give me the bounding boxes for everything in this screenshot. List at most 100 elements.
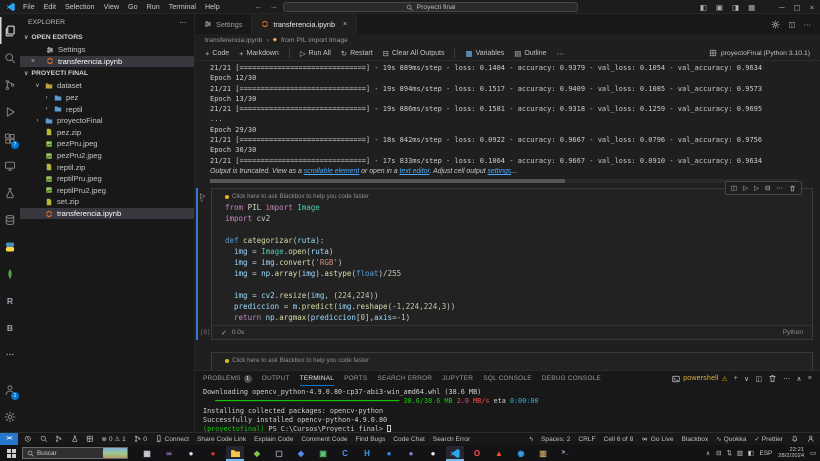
status-cell-position[interactable]: Cell 6 of 8 <box>604 436 634 443</box>
status-code-chat[interactable]: Code Chat <box>393 436 425 443</box>
language-indicator[interactable]: ESP <box>760 450 773 457</box>
status-quokka[interactable]: ∿ Quokka <box>716 435 746 443</box>
open-editor-transferencia-ipynb[interactable]: × transferencia.ipynb <box>20 55 194 68</box>
run-dropdown-icon[interactable]: ∨ <box>200 198 211 204</box>
status-lightning[interactable]: ϟ <box>530 436 534 443</box>
more-actions-icon[interactable]: ⋯ <box>783 375 790 383</box>
menu-terminal[interactable]: Terminal <box>169 2 196 11</box>
tree-item-reptilpru-jpeg[interactable]: reptilPru.jpeg <box>20 173 194 185</box>
taskbar-app-white-circle[interactable]: ● <box>424 446 442 461</box>
activity-blackbox[interactable]: B <box>0 314 20 341</box>
toggle-panel-icon[interactable]: ▣ <box>716 3 723 12</box>
status-explain-code[interactable]: Explain Code <box>254 436 293 443</box>
hidden-icons-chevron[interactable]: ∧ <box>706 450 710 457</box>
breadcrumb[interactable]: transferencia.ipynb › ◆ from PIL import … <box>195 34 820 46</box>
taskbar-app-c[interactable]: C <box>336 446 354 461</box>
taskbar-app-window[interactable]: ▢ <box>270 446 288 461</box>
search-highlight-image[interactable] <box>103 448 127 458</box>
scrollable-element-link[interactable]: scrollable element <box>304 168 360 175</box>
next-code-cell[interactable]: Click here to ask Blackbox to help you c… <box>211 352 813 370</box>
restart-button[interactable]: ↻ Restart <box>341 49 373 58</box>
status-history[interactable] <box>24 435 32 443</box>
taskbar-app-blue-circle[interactable]: ● <box>380 446 398 461</box>
status-notifications[interactable] <box>791 435 799 443</box>
taskbar-windows-terminal[interactable]: >_ <box>556 446 574 461</box>
cell-code-editor[interactable]: from PIL import Image import cv2 def cat… <box>212 200 812 323</box>
panel-tab-terminal[interactable]: TERMINAL <box>300 371 334 386</box>
activity-source-control[interactable] <box>0 71 20 98</box>
menu-edit[interactable]: Edit <box>44 2 56 11</box>
status-blackbox-status[interactable]: Blackbox <box>682 436 709 443</box>
blackbox-hint[interactable]: Click here to ask Blackbox to help you c… <box>212 353 812 364</box>
taskbar-task-view[interactable]: ▦ <box>138 446 156 461</box>
add-code-button[interactable]: + Code <box>205 49 229 58</box>
start-button[interactable] <box>0 445 22 461</box>
add-markdown-button[interactable]: + Markdown <box>239 49 279 58</box>
taskbar-app-green-box[interactable]: ▣ <box>314 446 332 461</box>
split-cell-icon[interactable]: ⊟ <box>765 184 770 192</box>
activity-r-language[interactable]: R <box>0 287 20 314</box>
configure-icon[interactable] <box>771 19 780 29</box>
activity-testing[interactable] <box>0 179 20 206</box>
output-horizontal-scrollbar[interactable] <box>210 179 798 183</box>
terminal[interactable]: Downloading opencv_python-4.9.0.80-cp37-… <box>203 388 816 432</box>
menu-view[interactable]: View <box>104 2 119 11</box>
menu-help[interactable]: Help <box>205 2 220 11</box>
activity-database[interactable] <box>0 206 20 233</box>
status-connect[interactable]: Connect <box>155 435 189 443</box>
terminal-profile[interactable]: powershell ⚠ <box>672 375 728 383</box>
nav-forward-icon[interactable]: → <box>270 2 278 11</box>
tree-item-pez-zip[interactable]: pez.zip <box>20 127 194 139</box>
blackbox-hint[interactable]: Click here to ask Blackbox to help you c… <box>212 189 812 200</box>
taskbar-app-green[interactable]: ◆ <box>248 446 266 461</box>
panel-tab-output[interactable]: OUTPUT <box>262 371 290 386</box>
open-editors-header[interactable]: ∨ OPEN EDITORS <box>20 31 194 44</box>
tree-item-pez[interactable]: › pez <box>20 92 194 104</box>
activity-run-debug[interactable] <box>0 98 20 125</box>
run-all-button[interactable]: ▷ Run All <box>300 49 331 58</box>
taskbar-github-desktop[interactable]: ● <box>402 446 420 461</box>
status-prettier[interactable]: ✓ Prettier <box>754 435 783 443</box>
tray-sync-icon[interactable]: ⇅ <box>726 450 731 457</box>
taskbar-app-h[interactable]: H <box>358 446 376 461</box>
toggle-secondary-sidebar-icon[interactable]: ◨ <box>732 3 739 12</box>
status-indentation[interactable]: Spaces: 2 <box>541 436 570 443</box>
status-branch[interactable] <box>55 435 63 443</box>
taskbar-clock[interactable]: 22:21 28/2/2024 <box>778 447 804 460</box>
action-center-icon[interactable]: ▭ <box>810 450 816 457</box>
panel-tab-jupyter[interactable]: JUPYTER <box>442 371 473 386</box>
status-go-live[interactable]: Go Live <box>641 435 674 443</box>
status-share-code-link[interactable]: Share Code Link <box>197 436 246 443</box>
split-terminal-icon[interactable]: ◫ <box>755 375 762 383</box>
taskbar-vscode[interactable] <box>446 445 464 461</box>
taskbar-app-blue-diamond[interactable]: ◆ <box>292 446 310 461</box>
status-search-error[interactable]: Search Error <box>433 436 470 443</box>
tray-network-icon[interactable]: ▥ <box>737 450 743 457</box>
menu-run[interactable]: Run <box>147 2 160 11</box>
status-comment-code[interactable]: Comment Code <box>301 436 347 443</box>
panel-tab-ports[interactable]: PORTS <box>344 371 367 386</box>
tray-volume-icon[interactable]: ◧ <box>748 450 754 457</box>
activity-search[interactable] <box>0 44 20 71</box>
activity-mongodb[interactable] <box>0 260 20 287</box>
tree-item-pezpru-jpeg[interactable]: pezPru.jpeg <box>20 138 194 150</box>
tab-settings[interactable]: Settings <box>195 14 253 34</box>
status-table-status[interactable] <box>86 435 94 443</box>
taskbar-opera[interactable]: O <box>468 446 486 461</box>
terminal-dropdown-icon[interactable]: ∨ <box>744 375 749 383</box>
tree-item-dataset[interactable]: ∨ dataset <box>20 80 194 92</box>
panel-tab-search-error[interactable]: SEARCH ERROR <box>377 371 432 386</box>
run-above-icon[interactable]: ▷ <box>743 184 748 192</box>
text-editor-link[interactable]: text editor <box>400 168 430 175</box>
edit-cell-icon[interactable]: ◫ <box>731 184 737 192</box>
panel-tab-sql-console[interactable]: SQL CONSOLE <box>483 371 532 386</box>
taskbar-search[interactable]: Buscar <box>22 447 128 459</box>
status-accessibility[interactable] <box>807 435 815 443</box>
panel-tab-debug-console[interactable]: DEBUG CONSOLE <box>542 371 601 386</box>
tree-item-reptilpru2-jpeg[interactable]: reptilPru2.jpeg <box>20 185 194 197</box>
customize-layout-icon[interactable]: ▦ <box>748 3 755 12</box>
outline-button[interactable]: ▤ Outline <box>514 49 546 58</box>
project-folder-header[interactable]: ∨ PROYECTI FINAL <box>20 67 194 80</box>
status-eol[interactable]: CRLF <box>578 436 595 443</box>
menu-go[interactable]: Go <box>128 2 138 11</box>
